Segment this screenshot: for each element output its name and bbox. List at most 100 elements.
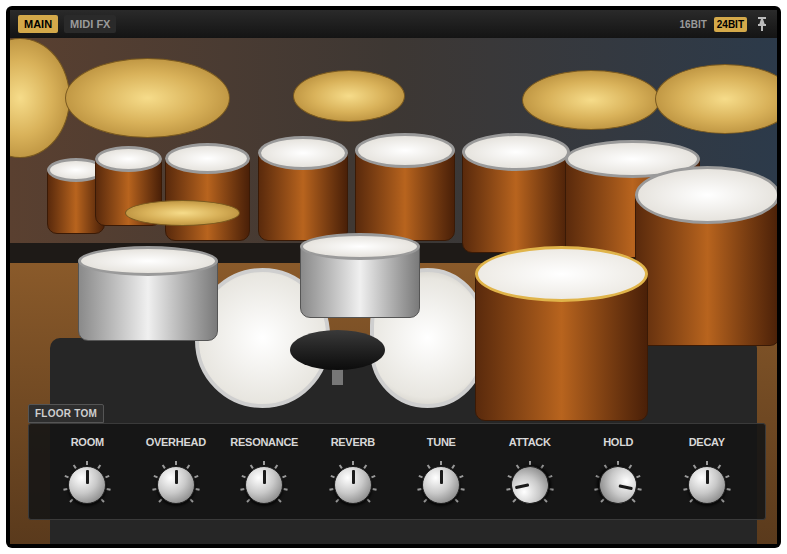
knob-tick <box>683 488 687 491</box>
drum-head <box>95 146 162 172</box>
knob-tick <box>282 475 286 478</box>
bit-depth-option[interactable]: 16BIT <box>677 17 710 32</box>
knob-tick <box>452 464 456 468</box>
knob-label: REVERB <box>331 434 375 451</box>
cymbal[interactable] <box>655 64 777 134</box>
tom-drum[interactable] <box>258 136 348 241</box>
knob-tick <box>548 475 552 478</box>
knob-tick <box>158 498 162 502</box>
cymbal[interactable] <box>10 38 70 158</box>
knob-ring <box>152 461 200 509</box>
knob-tick <box>636 475 640 478</box>
knob-tick <box>459 475 463 478</box>
cymbal-surface <box>293 70 405 122</box>
knob-tick <box>363 464 367 468</box>
knob-ring <box>329 461 377 509</box>
knob-control: DECAY <box>665 434 749 509</box>
kit-stage: FLOOR TOM ROOMOVERHEADRESONANCEREVERBTUN… <box>10 38 777 544</box>
seat-cushion <box>290 330 385 370</box>
knob-ring <box>683 461 731 509</box>
knob-pointer <box>706 470 709 484</box>
knob-tick <box>689 498 693 502</box>
knob-pointer <box>175 470 178 484</box>
knob-ring <box>63 461 111 509</box>
knob-tick <box>629 464 633 468</box>
knob-tick <box>440 461 442 465</box>
bit-depth-option[interactable]: 24BIT <box>714 17 747 32</box>
drum-head <box>165 143 250 174</box>
cymbal[interactable] <box>125 200 240 226</box>
knob-label: HOLD <box>603 434 633 451</box>
cymbal[interactable] <box>65 58 230 138</box>
knob-ring <box>240 461 288 509</box>
drum-head <box>635 166 777 224</box>
knob-tick <box>98 464 102 468</box>
knob-tick <box>506 488 510 491</box>
pin-icon[interactable] <box>755 16 769 32</box>
tom-drum[interactable] <box>475 246 648 421</box>
knob-tick <box>372 488 376 491</box>
cymbal[interactable] <box>522 70 660 130</box>
knob-pointer <box>352 470 355 484</box>
knob-tick <box>186 464 190 468</box>
snare-drum[interactable] <box>300 233 420 318</box>
control-panel: FLOOR TOM ROOMOVERHEADRESONANCEREVERBTUN… <box>28 404 766 520</box>
tom-drum[interactable] <box>355 133 455 241</box>
snare-drum[interactable] <box>78 246 218 341</box>
knob-tick <box>278 498 282 502</box>
knob-tick <box>107 488 111 491</box>
knob-label: TUNE <box>427 434 456 451</box>
knob-label: ROOM <box>71 434 104 451</box>
knob[interactable] <box>422 466 460 504</box>
tab[interactable]: MAIN <box>18 15 58 34</box>
knob-tick <box>70 498 74 502</box>
knob-tick <box>189 498 193 502</box>
cymbal-surface <box>65 58 230 138</box>
knob-tick <box>540 464 544 468</box>
knob-tick <box>549 488 553 491</box>
knob-tick <box>726 488 730 491</box>
knob-control: ATTACK <box>488 434 572 509</box>
knob[interactable] <box>334 466 372 504</box>
cymbal-surface <box>10 38 70 158</box>
drum-head <box>355 133 455 168</box>
knob-pointer <box>515 483 529 489</box>
knob[interactable] <box>688 466 726 504</box>
knob-control: OVERHEAD <box>134 434 218 509</box>
cymbal-surface <box>655 64 777 134</box>
knob-label: ATTACK <box>509 434 551 451</box>
tom-drum[interactable] <box>165 143 250 241</box>
knob[interactable] <box>245 466 283 504</box>
knob[interactable] <box>157 466 195 504</box>
knob-label: OVERHEAD <box>146 434 206 451</box>
cymbal-surface <box>125 200 240 226</box>
knob-tick <box>284 488 288 491</box>
knob-pointer <box>86 470 89 484</box>
knob-tick <box>247 498 251 502</box>
drum-head <box>462 133 570 171</box>
knob[interactable] <box>68 466 106 504</box>
knob-tick <box>275 464 279 468</box>
knob-tick <box>371 475 375 478</box>
knob-label: DECAY <box>689 434 725 451</box>
knob-tick <box>706 461 708 465</box>
knob-pointer <box>619 484 633 490</box>
cymbal-surface <box>522 70 660 130</box>
tom-drum[interactable] <box>462 133 570 253</box>
drum-head <box>258 136 348 170</box>
knob-tick <box>195 488 199 491</box>
knob-tick <box>194 475 198 478</box>
knob-label: RESONANCE <box>230 434 298 451</box>
knob-tick <box>366 498 370 502</box>
knob-tick <box>461 488 465 491</box>
knob-control: HOLD <box>576 434 660 509</box>
tom-drum[interactable] <box>635 166 777 346</box>
knob-ring <box>506 461 554 509</box>
knob-tick <box>529 461 531 465</box>
knob-tick <box>717 464 721 468</box>
tab[interactable]: MIDI FX <box>64 15 116 34</box>
cymbal[interactable] <box>293 70 405 122</box>
knob-tick <box>418 488 422 491</box>
knob-tick <box>617 461 619 465</box>
knob-tick <box>101 498 105 502</box>
